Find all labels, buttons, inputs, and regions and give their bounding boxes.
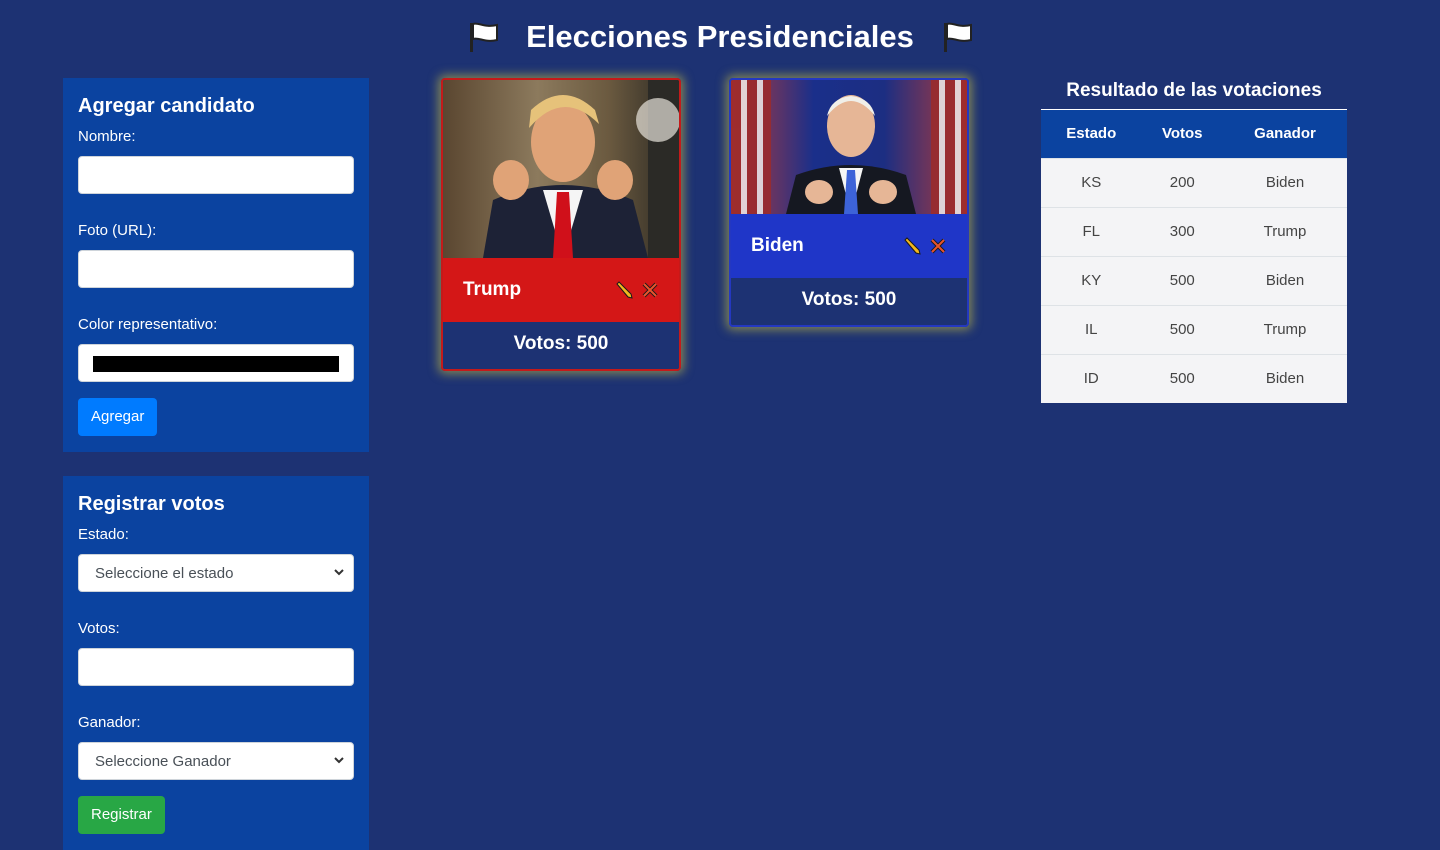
results-title: Resultado de las votaciones xyxy=(1041,78,1347,110)
cell-ganador: Biden xyxy=(1265,272,1305,289)
results-section: Resultado de las votaciones Estado Votos… xyxy=(1041,78,1347,403)
cell-votos: 500 xyxy=(1169,370,1195,388)
pencil-icon[interactable] xyxy=(615,281,633,299)
winner-select[interactable]: Seleccione Ganador xyxy=(78,742,354,780)
candidate-actions xyxy=(615,281,659,299)
table-row: ID 500 Biden xyxy=(1041,354,1347,403)
candidate-portrait xyxy=(731,80,967,214)
cell-votos: 500 xyxy=(1169,321,1195,338)
page-title: Elecciones Presidenciales xyxy=(526,19,914,54)
table-header-row: Estado Votos Ganador xyxy=(1041,110,1347,158)
white-flag-icon xyxy=(470,22,499,52)
candidate-card-biden: Biden Votos: 500 xyxy=(729,78,969,327)
candidate-photo-trump xyxy=(443,80,679,258)
candidate-name-bar: Biden xyxy=(731,214,967,278)
cell-votos: 300 xyxy=(1169,223,1195,240)
winner-select-value: Seleccione Ganador xyxy=(95,753,231,770)
candidate-votes: Votos: 500 xyxy=(443,322,679,369)
candidate-actions xyxy=(903,237,947,255)
votes-input[interactable] xyxy=(78,648,354,686)
candidate-name: Biden xyxy=(751,235,804,256)
candidate-name: Trump xyxy=(463,279,522,300)
pencil-icon[interactable] xyxy=(903,237,921,255)
winner-label: Ganador: xyxy=(78,714,141,731)
column-header-ganador: Ganador xyxy=(1254,125,1316,143)
add-candidate-panel: Agregar candidato Nombre: Foto (URL): Co… xyxy=(63,78,369,452)
column-header-estado: Estado xyxy=(1066,125,1117,143)
color-label: Color representativo: xyxy=(78,316,218,333)
register-button[interactable]: Registrar xyxy=(78,796,165,834)
cell-estado: FL xyxy=(1082,223,1100,240)
candidate-portrait xyxy=(483,80,679,258)
add-button[interactable]: Agregar xyxy=(78,398,158,436)
cell-estado: IL xyxy=(1084,321,1098,338)
candidate-name-bar: Trump xyxy=(443,258,679,322)
cell-ganador: Biden xyxy=(1265,370,1305,388)
white-flag-icon xyxy=(943,22,972,52)
page-header: Elecciones Presidenciales xyxy=(0,14,1440,60)
table-row: KY 500 Biden xyxy=(1041,256,1347,305)
color-picker[interactable] xyxy=(78,344,354,382)
chevron-down-icon xyxy=(334,569,344,576)
cell-estado: ID xyxy=(1083,370,1099,388)
name-input[interactable] xyxy=(78,156,354,194)
candidate-photo-biden xyxy=(731,80,967,214)
cell-ganador: Trump xyxy=(1263,321,1307,338)
candidate-votes: Votos: 500 xyxy=(731,278,967,325)
photo-url-input[interactable] xyxy=(78,250,354,288)
chevron-down-icon xyxy=(334,757,344,764)
state-select[interactable]: Seleccione el estado xyxy=(78,554,354,592)
cell-ganador: Biden xyxy=(1265,174,1305,191)
color-swatch xyxy=(93,356,339,372)
column-header-votos: Votos xyxy=(1161,125,1203,143)
photo-url-label: Foto (URL): xyxy=(78,222,157,239)
name-label: Nombre: xyxy=(78,128,136,145)
register-votes-panel: Registrar votos Estado: Seleccione el es… xyxy=(63,476,369,850)
table-row: FL 300 Trump xyxy=(1041,207,1347,256)
table-row: IL 500 Trump xyxy=(1041,305,1347,354)
table-row: KS 200 Biden xyxy=(1041,158,1347,207)
cell-estado: KY xyxy=(1081,272,1102,289)
candidate-card-trump: Trump Votos: 500 xyxy=(441,78,681,371)
cell-votos: 500 xyxy=(1169,272,1195,289)
results-table: Estado Votos Ganador KS 200 Biden FL 300… xyxy=(1041,110,1347,403)
close-icon[interactable] xyxy=(929,237,947,255)
votes-label: Votos: xyxy=(78,620,120,637)
close-icon[interactable] xyxy=(641,281,659,299)
cell-ganador: Trump xyxy=(1263,223,1307,240)
register-votes-title: Registrar votos xyxy=(78,493,225,515)
cell-estado: KS xyxy=(1081,174,1102,191)
cell-votos: 200 xyxy=(1169,174,1195,191)
state-label: Estado: xyxy=(78,526,129,543)
add-candidate-title: Agregar candidato xyxy=(78,95,255,117)
state-select-value: Seleccione el estado xyxy=(95,565,234,582)
